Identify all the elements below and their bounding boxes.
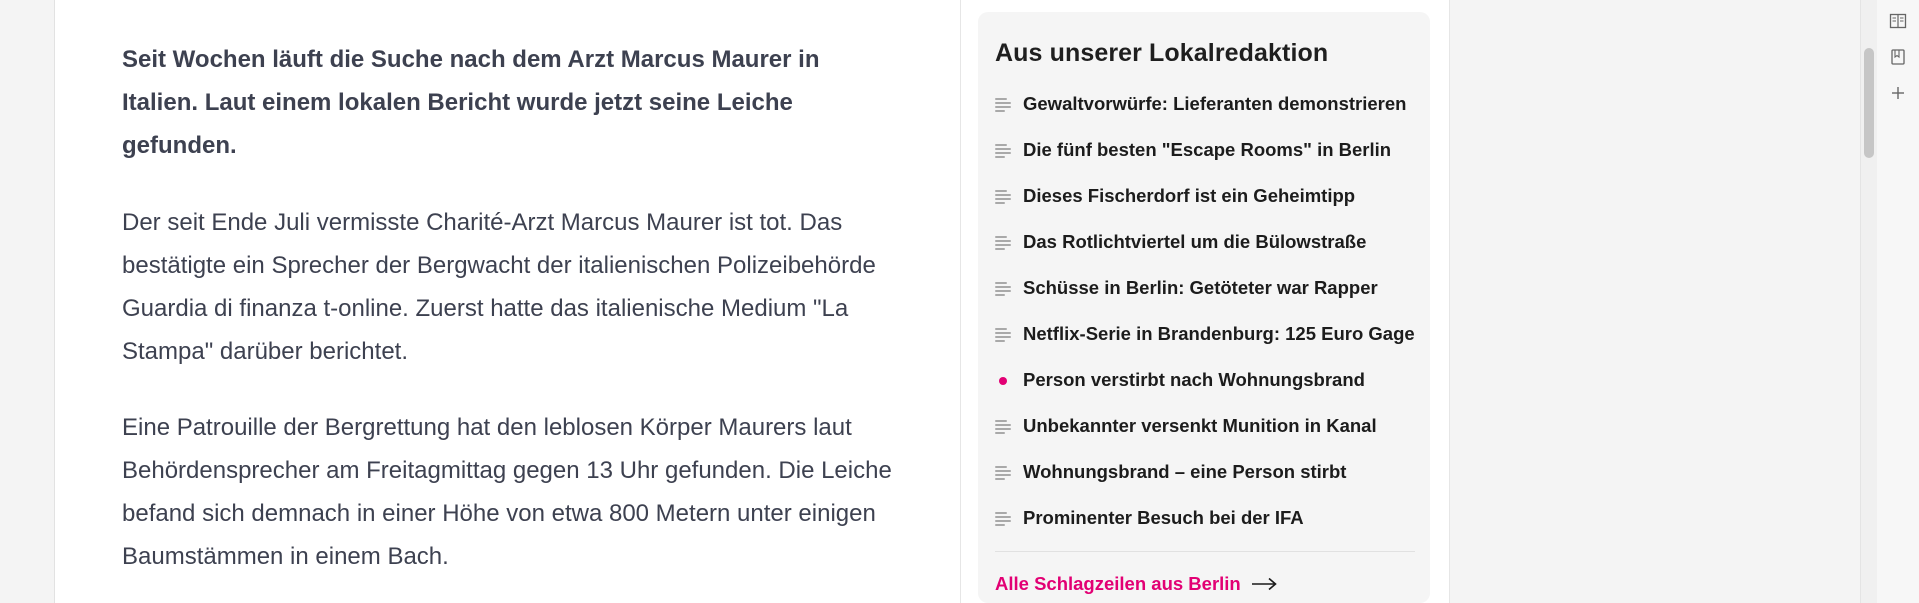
news-item-label[interactable]: Unbekannter versenkt Munition in Kanal bbox=[1023, 415, 1377, 437]
article-column: Seit Wochen läuft die Suche nach dem Arz… bbox=[55, 0, 961, 603]
news-item-label[interactable]: Dieses Fischerdorf ist ein Geheimtipp bbox=[1023, 185, 1355, 207]
all-headlines-label[interactable]: Alle Schlagzeilen aus Berlin bbox=[995, 573, 1241, 595]
news-item[interactable]: Das Rotlichtviertel um die Bülowstraße bbox=[995, 219, 1415, 265]
news-item-label[interactable]: Schüsse in Berlin: Getöteter war Rapper bbox=[1023, 277, 1378, 299]
bookmark-icon[interactable] bbox=[1889, 48, 1907, 66]
local-news-title: Aus unserer Lokalredaktion bbox=[995, 39, 1329, 67]
article-lines-icon bbox=[995, 327, 1011, 342]
article-lines-icon bbox=[995, 465, 1011, 480]
news-item-label[interactable]: Das Rotlichtviertel um die Bülowstraße bbox=[1023, 231, 1366, 253]
local-news-box: Aus unserer Lokalredaktion Gewaltvorwürf… bbox=[978, 12, 1430, 603]
article-lines-icon bbox=[995, 143, 1011, 158]
vertical-scrollbar[interactable] bbox=[1860, 0, 1877, 603]
news-item[interactable]: Dieses Fischerdorf ist ein Geheimtipp bbox=[995, 173, 1415, 219]
article-lines-icon bbox=[995, 281, 1011, 296]
news-item-label[interactable]: Person verstirbt nach Wohnungsbrand bbox=[1023, 369, 1365, 391]
arrow-right-icon bbox=[1251, 577, 1277, 591]
news-item-live[interactable]: Person verstirbt nach Wohnungsbrand bbox=[995, 357, 1415, 403]
page-background bbox=[1450, 0, 1860, 603]
article-lines-icon bbox=[995, 235, 1011, 250]
news-item[interactable]: Prominenter Besuch bei der IFA bbox=[995, 495, 1415, 541]
news-item[interactable]: Die fünf besten "Escape Rooms" in Berlin bbox=[995, 127, 1415, 173]
all-headlines-link[interactable]: Alle Schlagzeilen aus Berlin bbox=[995, 573, 1277, 595]
article-lines-icon bbox=[995, 189, 1011, 204]
article-lead: Seit Wochen läuft die Suche nach dem Arz… bbox=[122, 46, 820, 159]
article-paragraph: Der seit Ende Juli vermisste Charité-Arz… bbox=[122, 209, 876, 365]
news-item[interactable]: Netflix-Serie in Brandenburg: 125 Euro G… bbox=[995, 311, 1415, 357]
news-item-label[interactable]: Gewaltvorwürfe: Lieferanten demonstriere… bbox=[1023, 93, 1406, 115]
news-item-label[interactable]: Prominenter Besuch bei der IFA bbox=[1023, 507, 1304, 529]
reader-view-icon[interactable] bbox=[1889, 12, 1907, 30]
article-lines-icon bbox=[995, 97, 1011, 112]
article-lines-icon bbox=[995, 511, 1011, 526]
news-item[interactable]: Gewaltvorwürfe: Lieferanten demonstriere… bbox=[995, 81, 1415, 127]
local-news-list: Gewaltvorwürfe: Lieferanten demonstriere… bbox=[995, 81, 1415, 541]
sidebar-column: Aus unserer Lokalredaktion Gewaltvorwürf… bbox=[961, 0, 1450, 603]
news-item[interactable]: Unbekannter versenkt Munition in Kanal bbox=[995, 403, 1415, 449]
article-lines-icon bbox=[995, 419, 1011, 434]
article-body: Seit Wochen läuft die Suche nach dem Arz… bbox=[122, 38, 892, 578]
news-item[interactable]: Wohnungsbrand – eine Person stirbt bbox=[995, 449, 1415, 495]
live-dot-icon bbox=[995, 373, 1011, 387]
news-item-label[interactable]: Wohnungsbrand – eine Person stirbt bbox=[1023, 461, 1346, 483]
scrollbar-thumb[interactable] bbox=[1864, 48, 1874, 158]
article-paragraph: Eine Patrouille der Bergrettung hat den … bbox=[122, 414, 892, 570]
news-item[interactable]: Schüsse in Berlin: Getöteter war Rapper bbox=[995, 265, 1415, 311]
news-item-label[interactable]: Netflix-Serie in Brandenburg: 125 Euro G… bbox=[1023, 323, 1415, 345]
browser-side-panel bbox=[1877, 0, 1919, 603]
add-icon[interactable] bbox=[1889, 84, 1907, 102]
divider bbox=[995, 551, 1415, 552]
news-item-label[interactable]: Die fünf besten "Escape Rooms" in Berlin bbox=[1023, 139, 1391, 161]
